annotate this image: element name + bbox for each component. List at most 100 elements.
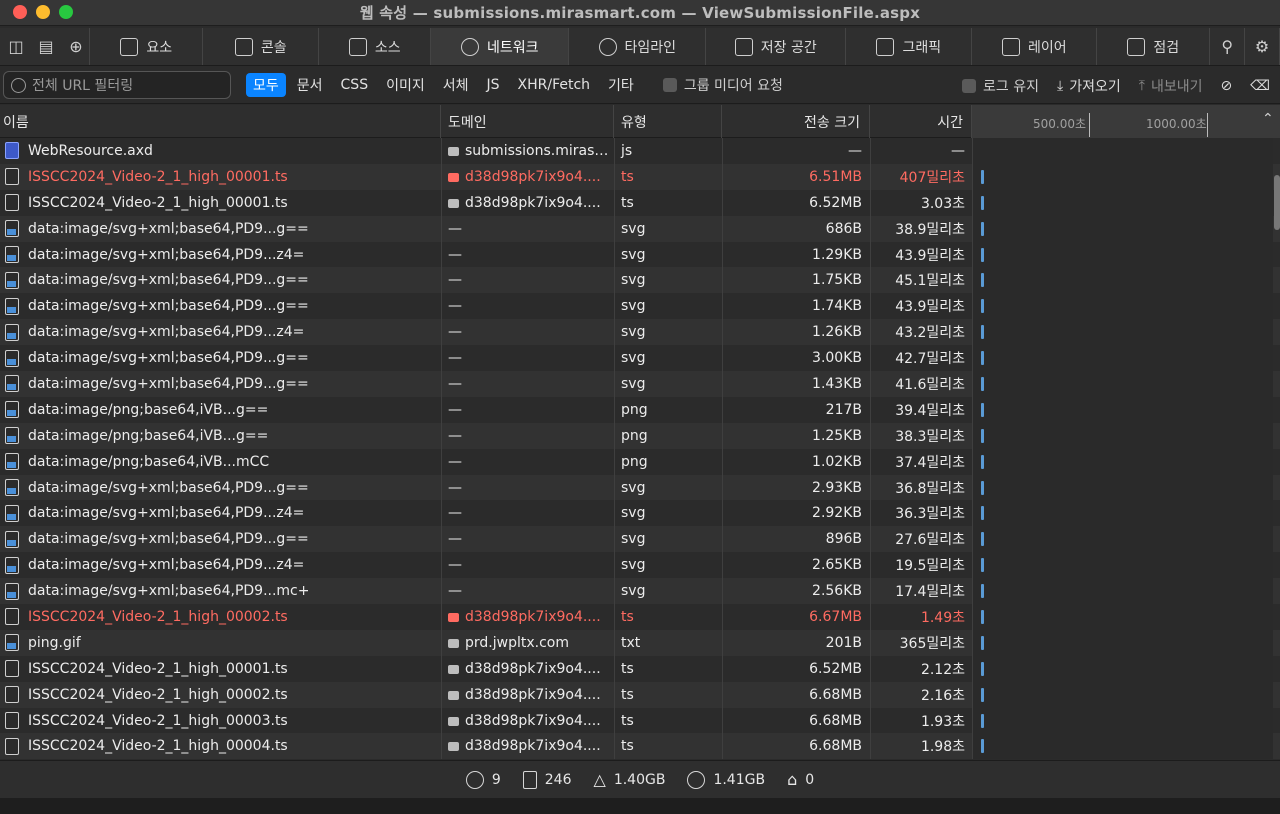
- domain-text: d38d98pk7ix9o4....: [465, 712, 601, 729]
- request-row[interactable]: data:image/svg+xml;base64,PD9...g== — svg 3…: [0, 345, 1280, 372]
- lock-icon: [448, 612, 459, 622]
- tab-0[interactable]: 요소: [90, 28, 204, 65]
- type-filter-7[interactable]: 기타: [601, 73, 641, 97]
- request-name: data:image/svg+xml;base64,PD9...g==: [28, 479, 309, 496]
- request-row[interactable]: data:image/svg+xml;base64,PD9...g== — svg 1…: [0, 267, 1280, 294]
- request-row[interactable]: ISSCC2024_Video-2_1_high_00003.ts d38d98p…: [0, 707, 1280, 734]
- column-divider: [722, 241, 723, 268]
- column-divider: [722, 733, 723, 760]
- scrollbar-thumb[interactable]: [1274, 175, 1280, 230]
- url-filter-input[interactable]: 전체 URL 필터링: [3, 71, 231, 99]
- checkbox-box[interactable]: [662, 78, 677, 92]
- domain-text: —: [448, 557, 462, 574]
- request-row[interactable]: ISSCC2024_Video-2_1_high_00001.ts d38d98p…: [0, 655, 1280, 682]
- request-row[interactable]: data:image/svg+xml;base64,PD9...g== — svg 8…: [0, 526, 1280, 553]
- request-row[interactable]: ISSCC2024_Video-2_1_high_00001.ts d38d98p…: [0, 163, 1280, 190]
- type-filter-0[interactable]: 모두: [246, 73, 286, 97]
- image-file-icon: [5, 504, 19, 522]
- maximize-window-button[interactable]: [59, 5, 73, 19]
- request-name: data:image/svg+xml;base64,PD9...g==: [28, 375, 309, 392]
- column-divider: [722, 526, 723, 553]
- type-filter-4[interactable]: 서체: [436, 73, 476, 97]
- request-row[interactable]: data:image/svg+xml;base64,PD9...z4= — svg 2…: [0, 552, 1280, 579]
- timeline-icon: [598, 37, 617, 56]
- waterfall-cell: [973, 707, 1273, 734]
- column-header: 이름 도메인 유형 전송 크기 시간 500.00초 1000.00초 ⌃: [0, 105, 1280, 138]
- request-row[interactable]: ISSCC2024_Video-2_1_high_00001.ts d38d98p…: [0, 189, 1280, 216]
- network-filter-bar: 전체 URL 필터링 모두 문서 CSS 이미지 서체 JS XHR/Fetch 기타 그룹 …: [0, 67, 1280, 104]
- request-row[interactable]: data:image/svg+xml;base64,PD9...g== — svg 1…: [0, 371, 1280, 397]
- col-transfer-size[interactable]: 전송 크기: [722, 105, 870, 138]
- column-divider: [441, 396, 442, 423]
- image-file-icon: [5, 453, 19, 471]
- request-size: 2.93KB: [812, 479, 862, 496]
- waterfall-cell: [973, 293, 1273, 320]
- waterfall-cell: [973, 500, 1273, 527]
- chevron-up-icon[interactable]: ⌃: [1262, 111, 1274, 127]
- tab-5[interactable]: 저장 공간: [706, 28, 847, 65]
- checkbox-box[interactable]: [962, 78, 977, 93]
- group-media-checkbox[interactable]: 그룹 미디어 요청: [662, 75, 783, 95]
- clear-network-icon[interactable]: ⊘: [1220, 78, 1232, 94]
- request-row[interactable]: data:image/png;base64,iVB...g== — png 217B 3…: [0, 396, 1280, 423]
- request-row[interactable]: ping.gif prd.jwpltx.com txt 201B 365밀리초: [0, 629, 1280, 656]
- column-divider: [614, 241, 615, 268]
- request-row[interactable]: data:image/svg+xml;base64,PD9...z4= — svg 1…: [0, 319, 1280, 346]
- tab-1[interactable]: 콘솔: [203, 28, 320, 65]
- tab-8[interactable]: 점검: [1097, 28, 1211, 65]
- dock-side-icon[interactable]: ◫: [6, 37, 26, 57]
- column-divider: [441, 500, 442, 527]
- lock-icon: [448, 716, 459, 726]
- tab-4[interactable]: 타임라인: [569, 28, 707, 65]
- column-divider: [870, 319, 871, 346]
- close-window-button[interactable]: [13, 5, 27, 19]
- type-filter-3[interactable]: 이미지: [379, 73, 432, 97]
- export-button[interactable]: ⤒ 내보내기: [1139, 76, 1203, 96]
- title-bar: 웹 속성 — submissions.mirasmart.com — ViewS…: [0, 0, 1280, 26]
- type-filter-6[interactable]: XHR/Fetch: [511, 75, 598, 95]
- request-row[interactable]: data:image/svg+xml;base64,PD9...g== — svg 1…: [0, 293, 1280, 320]
- type-filter-2[interactable]: CSS: [334, 75, 376, 95]
- tab-label: 네트워크: [487, 39, 539, 56]
- request-time: 17.4밀리초: [895, 584, 965, 601]
- tab-6[interactable]: 그래픽: [846, 28, 973, 65]
- request-row[interactable]: ISSCC2024_Video-2_1_high_00002.ts d38d98p…: [0, 681, 1280, 708]
- tab-2[interactable]: 소스: [319, 28, 432, 65]
- import-button[interactable]: ⤓ 가져오기: [1057, 76, 1121, 96]
- request-row[interactable]: data:image/svg+xml;base64,PD9...g== — svg 2…: [0, 474, 1280, 501]
- tab-7[interactable]: 레이어: [972, 28, 1098, 65]
- element-picker-icon[interactable]: ⊕: [66, 37, 86, 57]
- window-title: 웹 속성 — submissions.mirasmart.com — ViewS…: [359, 4, 921, 22]
- request-type: ts: [621, 608, 634, 625]
- type-filter-1[interactable]: 문서: [290, 73, 330, 97]
- col-domain[interactable]: 도메인: [441, 105, 614, 138]
- graphics-icon: [876, 37, 895, 56]
- column-divider: [441, 163, 442, 190]
- request-row[interactable]: data:image/png;base64,iVB...g== — png 1.25K…: [0, 422, 1280, 449]
- request-row[interactable]: WebResource.axd submissions.miras… js — —: [0, 138, 1280, 164]
- request-row[interactable]: ISSCC2024_Video-2_1_high_00002.ts d38d98p…: [0, 604, 1280, 630]
- request-row[interactable]: data:image/svg+xml;base64,PD9...g== — svg 6…: [0, 215, 1280, 242]
- request-row[interactable]: data:image/svg+xml;base64,PD9...z4= — svg 2…: [0, 500, 1280, 527]
- preserve-log-checkbox[interactable]: 로그 유지: [962, 76, 1039, 96]
- group-media-label: 그룹 미디어 요청: [683, 78, 783, 94]
- trash-icon[interactable]: ⌫: [1250, 78, 1270, 94]
- type-filter-5[interactable]: JS: [480, 75, 507, 95]
- col-waterfall[interactable]: 500.00초 1000.00초 ⌃: [972, 105, 1280, 138]
- request-domain: prd.jwpltx.com: [448, 635, 608, 651]
- request-type: ts: [621, 712, 634, 729]
- request-row[interactable]: data:image/png;base64,iVB...mCC — png 1.02K…: [0, 448, 1280, 475]
- settings-gear-icon[interactable]: ⚙: [1245, 28, 1280, 65]
- request-row[interactable]: ISSCC2024_Video-2_1_high_00004.ts d38d98p…: [0, 733, 1280, 760]
- request-row[interactable]: data:image/svg+xml;base64,PD9...z4= — svg 1…: [0, 241, 1280, 268]
- minimize-window-button[interactable]: [36, 5, 50, 19]
- col-type[interactable]: 유형: [614, 105, 722, 138]
- domain-text: —: [448, 375, 462, 392]
- tab-3[interactable]: 네트워크: [431, 28, 570, 65]
- dock-bottom-icon[interactable]: ▤: [36, 37, 56, 57]
- elements-icon: [120, 37, 139, 56]
- search-icon[interactable]: ⚲: [1210, 28, 1246, 65]
- col-name[interactable]: 이름: [0, 105, 441, 138]
- col-time[interactable]: 시간: [870, 105, 972, 138]
- request-row[interactable]: data:image/svg+xml;base64,PD9...mc+ — svg 2…: [0, 578, 1280, 605]
